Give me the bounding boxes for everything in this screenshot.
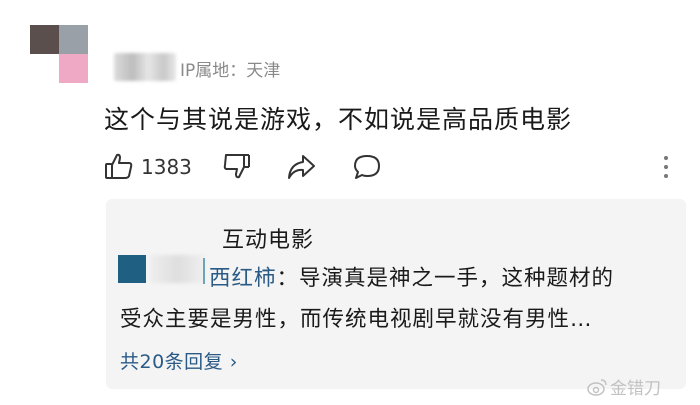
username-blurred[interactable] bbox=[114, 53, 176, 81]
view-more-replies-link[interactable]: 共20条回复 › bbox=[120, 347, 238, 374]
watermark-text: 金错刀 bbox=[610, 379, 661, 399]
more-vertical-icon[interactable] bbox=[660, 155, 672, 179]
comment-text: 这个与其说是游戏，不如说是高品质电影 bbox=[104, 105, 573, 134]
share-icon[interactable] bbox=[286, 153, 316, 181]
reply-avatar[interactable] bbox=[118, 255, 146, 283]
like-count: 1383 bbox=[141, 155, 192, 179]
reply-first-line: 西红柿：导演真是神之一手，这种题材的 bbox=[209, 256, 669, 302]
avatar-mosaic-tile[interactable] bbox=[30, 25, 59, 54]
avatar-mosaic-tile[interactable] bbox=[59, 54, 88, 83]
reply-bubble-icon[interactable] bbox=[352, 152, 382, 182]
reply-content-line2: 受众主要是男性，而传统电视剧早就没有男性… bbox=[120, 307, 593, 332]
weibo-icon bbox=[587, 378, 607, 396]
reply-content-line1: ：导演真是神之一手，这种题材的 bbox=[276, 266, 615, 291]
avatar-mosaic-tile[interactable] bbox=[59, 25, 88, 54]
watermark: 金错刀 bbox=[587, 374, 661, 399]
text-cursor bbox=[203, 258, 205, 284]
reply-panel-title: 互动电影 bbox=[222, 228, 315, 253]
reply-username[interactable]: 西红柿 bbox=[209, 266, 277, 291]
thumbs-down-icon[interactable] bbox=[222, 151, 252, 181]
ip-location: IP属地：天津 bbox=[180, 61, 281, 81]
reply-username-blurred bbox=[150, 255, 205, 283]
thumbs-up-icon[interactable] bbox=[104, 151, 134, 181]
